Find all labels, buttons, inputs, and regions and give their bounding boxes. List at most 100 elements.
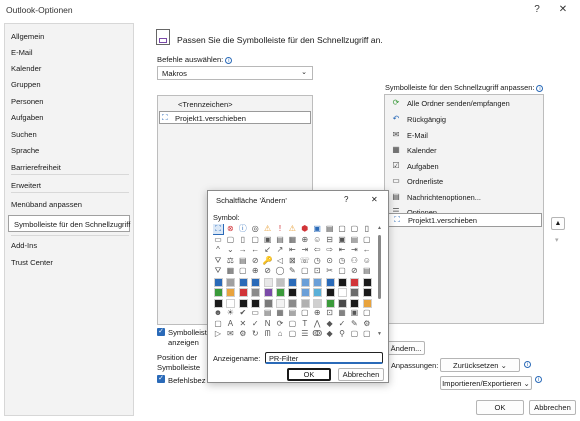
symbol-icon[interactable]: ▢ (362, 308, 372, 318)
symbol-icon[interactable]: ▢ (300, 266, 310, 276)
symbol-swatch[interactable] (251, 277, 261, 287)
symbol-swatch[interactable] (251, 288, 261, 297)
qa-commands-list[interactable]: ⟳ Alle Ordner senden/empfangen ↶ Rückgängi… (384, 94, 544, 324)
move-up-button[interactable]: ▲ (551, 217, 565, 230)
symbol-icon[interactable]: ^ (213, 245, 223, 255)
symbol-icon[interactable]: → (238, 245, 248, 255)
symbol-icon[interactable]: ☺ (362, 256, 372, 266)
symbol-icon[interactable]: ⇦ (312, 245, 322, 255)
nav-item-barrierefreiheit[interactable]: Barrierefreiheit (11, 163, 61, 172)
symbol-icon[interactable]: ⌂ (275, 329, 285, 339)
symbol-swatch[interactable] (226, 288, 236, 297)
symbol-icon[interactable]: ▢ (287, 329, 297, 339)
symbol-icon[interactable]: ▤ (349, 235, 359, 245)
symbol-icon[interactable]: ⟳ (275, 319, 285, 329)
help-icon[interactable]: ? (344, 195, 348, 204)
symbol-icon[interactable]: ▣ (263, 235, 273, 245)
symbol-icon[interactable]: ⚲ (337, 329, 347, 339)
nav-item-erweitert[interactable]: Erweitert (11, 181, 41, 190)
nav-item-email[interactable]: E-Mail (11, 48, 33, 57)
symbol-icon[interactable]: ▢ (362, 329, 372, 339)
symbol-swatch[interactable] (226, 298, 236, 308)
symbol-swatch[interactable] (350, 288, 360, 297)
command-labels-checkbox[interactable]: ✓ (157, 375, 165, 383)
symbol-icon[interactable]: ! (275, 224, 285, 234)
nav-item-menueband[interactable]: Menüband anpassen (11, 200, 82, 209)
symbol-icon[interactable]: ▣ (349, 308, 359, 318)
symbol-icon[interactable]: ⊡ (312, 266, 322, 276)
symbol-icon[interactable]: ⊕ (312, 308, 322, 318)
close-icon[interactable]: ✕ (553, 3, 573, 17)
symbol-swatch[interactable] (238, 298, 248, 308)
symbol-icon[interactable]: ☻ (213, 308, 223, 318)
symbol-icon[interactable]: ✕ (238, 319, 248, 329)
symbol-icon[interactable]: ⚇ (349, 256, 359, 266)
symbol-icon[interactable]: ▤ (325, 224, 335, 234)
symbol-swatch[interactable] (263, 298, 273, 308)
symbol-icon[interactable]: ▣ (312, 224, 322, 234)
symbol-swatch[interactable] (362, 277, 372, 287)
symbol-swatch[interactable] (214, 288, 223, 297)
symbol-icon[interactable]: ⇤ (287, 245, 297, 255)
symbol-swatch[interactable] (288, 277, 298, 287)
symbol-icon[interactable]: ☰ (300, 329, 310, 339)
symbol-icon[interactable]: ◁ (275, 256, 285, 266)
symbol-swatch[interactable] (300, 288, 310, 297)
nav-item-personen[interactable]: Personen (11, 97, 44, 106)
symbol-icon[interactable]: ᗰ (263, 329, 273, 339)
symbol-icon[interactable]: ✔ (238, 308, 248, 318)
symbol-icon[interactable]: 🔑 (263, 256, 273, 266)
symbol-swatch[interactable] (313, 298, 323, 308)
nav-item-trustcenter[interactable]: Trust Center (11, 258, 53, 267)
symbol-swatch[interactable] (325, 277, 335, 287)
symbol-icon[interactable]: ⊕ (250, 266, 260, 276)
symbol-icon[interactable]: ◆ (325, 329, 335, 339)
info-icon[interactable]: i (524, 361, 531, 368)
symbol-swatch[interactable] (276, 277, 285, 287)
display-name-input[interactable]: PR-Filter (265, 352, 383, 364)
symbol-icon[interactable]: ⚙ (362, 319, 372, 329)
list-item[interactable]: ⛶ Projekt1.verschieben (159, 111, 311, 124)
symbol-swatch[interactable] (313, 277, 323, 287)
nav-item-kalender[interactable]: Kalender (11, 64, 41, 73)
symbol-icon[interactable]: ✉ (225, 329, 235, 339)
symbol-icon[interactable]: ☀ (225, 308, 235, 318)
symbol-swatch[interactable] (251, 298, 261, 308)
symbol-icon[interactable]: ▦ (287, 235, 297, 245)
nav-item-gruppen[interactable]: Gruppen (11, 80, 41, 89)
symbol-swatch[interactable] (238, 288, 248, 297)
symbol-icon[interactable]: ▤ (287, 308, 297, 318)
nav-item-addins[interactable]: Add-Ins (11, 241, 37, 250)
cancel-button[interactable]: Abbrechen (529, 400, 576, 415)
symbol-swatch[interactable] (362, 288, 372, 297)
symbol-icon[interactable]: ⛶ (213, 224, 224, 235)
symbol-swatch[interactable] (313, 288, 323, 297)
close-icon[interactable]: ✕ (371, 195, 378, 204)
symbol-icon[interactable]: ⊘ (250, 256, 260, 266)
symbol-icon[interactable]: ⊕ (300, 235, 310, 245)
symbol-icon[interactable]: ⚙ (238, 329, 248, 339)
symbol-icon[interactable]: ▦ (225, 266, 235, 276)
symbol-icon[interactable]: ▢ (349, 329, 359, 339)
symbol-icon[interactable]: N (263, 319, 273, 329)
symbol-swatch[interactable] (263, 288, 273, 297)
symbol-swatch[interactable] (214, 277, 223, 287)
symbol-icon[interactable]: ▢ (213, 319, 223, 329)
symbol-icon[interactable]: ⚠ (287, 224, 297, 234)
show-qa-checkbox[interactable]: ✓ (157, 328, 165, 336)
symbol-icon[interactable]: ⛛ (213, 256, 223, 266)
symbol-swatch[interactable] (288, 298, 298, 308)
symbol-icon[interactable]: ⇥ (300, 245, 310, 255)
qa-item-selected[interactable]: ⛶ Projekt1.verschieben (386, 213, 542, 227)
symbol-icon[interactable]: ▯ (238, 235, 248, 245)
symbol-icon[interactable]: ☏ (300, 256, 310, 266)
symbol-icon[interactable]: ◎ (250, 224, 260, 234)
dialog-cancel-button[interactable]: Abbrechen (338, 368, 384, 381)
symbol-icon[interactable]: ▤ (362, 266, 372, 276)
info-icon[interactable]: i (536, 85, 544, 92)
symbol-icon[interactable]: ⋀ (312, 319, 322, 329)
info-icon[interactable]: i (535, 376, 542, 383)
symbol-icon[interactable]: ⚖ (225, 256, 235, 266)
symbol-swatch[interactable] (214, 298, 223, 308)
symbol-icon[interactable]: A (225, 319, 235, 329)
